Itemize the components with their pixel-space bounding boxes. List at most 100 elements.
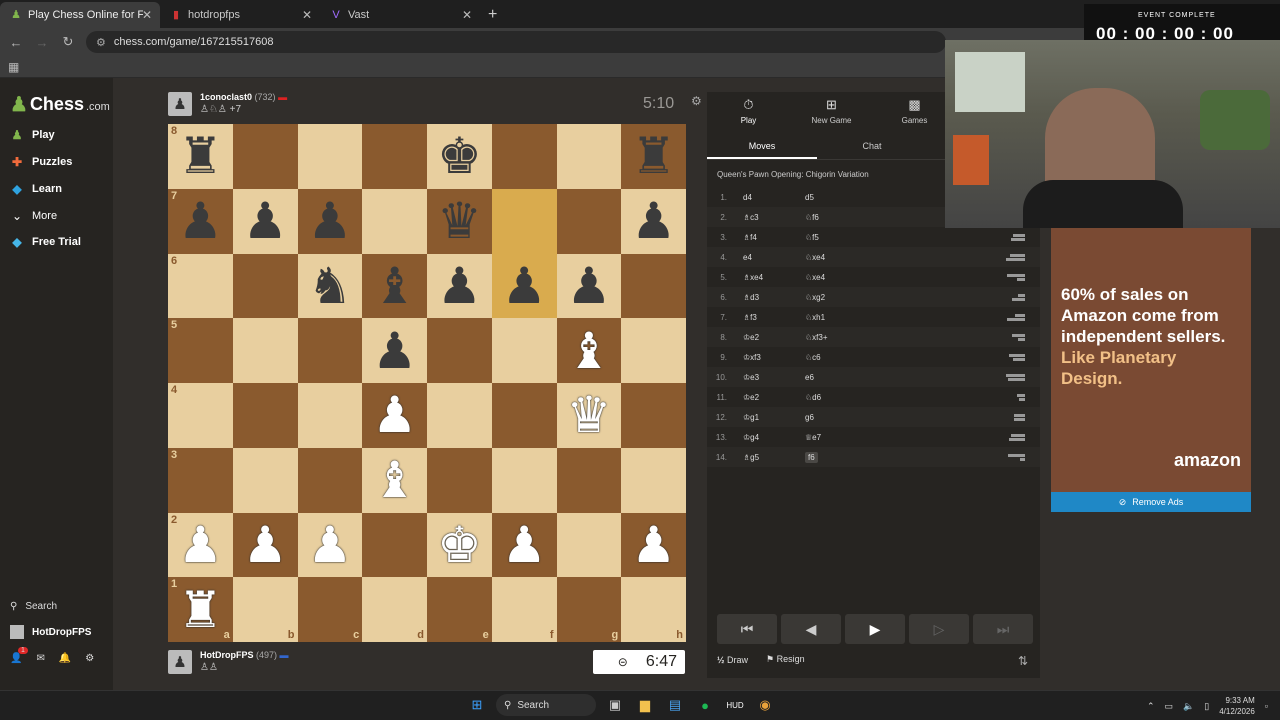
amazon-ad[interactable]: 60% of sales on Amazon come from indepen… xyxy=(1051,228,1251,512)
board-square-g4[interactable]: ♛ xyxy=(556,383,622,448)
board-square-a8[interactable]: 8 ♜ xyxy=(168,124,233,189)
black-pawn-icon[interactable]: ♟ xyxy=(178,196,223,246)
tray-chevron-icon[interactable]: ⌃ xyxy=(1147,701,1155,712)
tab-moves[interactable]: Moves xyxy=(707,134,817,159)
white-move[interactable]: ♗g5 xyxy=(737,453,799,462)
board-square-a7[interactable]: 7 ♟ xyxy=(168,188,233,254)
sidebar-search[interactable]: ⚲ Search xyxy=(10,601,57,612)
forward-arrow-icon[interactable]: → xyxy=(34,35,50,50)
black-rook-icon[interactable]: ♜ xyxy=(178,131,223,181)
white-bishop-icon[interactable]: ♝ xyxy=(372,455,417,505)
first-move-button[interactable]: ⏮ xyxy=(717,614,777,644)
white-move[interactable]: ♔e3 xyxy=(737,373,799,382)
white-move[interactable]: ♗c3 xyxy=(737,213,799,222)
board-square-b2[interactable]: ♟ xyxy=(232,512,298,578)
flip-board-icon[interactable]: ⇅ xyxy=(1018,654,1028,668)
board-square-g8[interactable] xyxy=(556,124,622,189)
white-move[interactable]: e4 xyxy=(737,253,799,262)
black-move[interactable]: ♘d6 xyxy=(799,393,999,402)
black-move[interactable]: ♘xe4 xyxy=(799,273,999,282)
black-move[interactable]: f6 xyxy=(799,451,999,463)
white-rook-icon[interactable]: ♜ xyxy=(178,585,223,635)
white-move[interactable]: d4 xyxy=(737,193,799,202)
board-square-e6[interactable]: ♟ xyxy=(427,253,492,319)
black-pawn-icon[interactable]: ♟ xyxy=(566,261,611,311)
board-square-d6[interactable]: ♝ xyxy=(362,253,427,319)
board-square-g3[interactable] xyxy=(556,447,622,513)
bell-icon[interactable]: 🔔 xyxy=(59,653,71,664)
site-info-icon[interactable]: ⚙ xyxy=(96,36,106,49)
black-queen-icon[interactable]: ♛ xyxy=(437,196,482,246)
board-square-d4[interactable]: ♟ xyxy=(362,383,427,448)
white-move[interactable]: ♔xf3 xyxy=(737,353,799,362)
friends-icon[interactable]: 👤 1 xyxy=(10,647,28,664)
black-pawn-icon[interactable]: ♟ xyxy=(437,261,482,311)
board-square-h2[interactable]: ♟ xyxy=(621,512,686,578)
black-move[interactable]: ♘xg2 xyxy=(799,293,999,302)
board-square-e7[interactable]: ♛ xyxy=(427,188,492,254)
board-square-d8[interactable] xyxy=(362,124,427,189)
board-square-e4[interactable] xyxy=(427,383,492,448)
white-move[interactable]: ♗xe4 xyxy=(737,273,799,282)
network-icon[interactable]: ▭ xyxy=(1165,701,1174,712)
url-field[interactable]: ⚙ chess.com/game/167215517608 xyxy=(86,31,946,53)
taskbar-search[interactable]: ⚲ Search xyxy=(496,694,596,716)
white-pawn-icon[interactable]: ♟ xyxy=(243,520,288,570)
board-square-c4[interactable] xyxy=(297,383,363,448)
board-square-e2[interactable]: ♚ xyxy=(427,512,492,578)
back-arrow-icon[interactable]: ← xyxy=(8,35,24,50)
browser-tab-twitch[interactable]: ▮ hotdropfps ✕ xyxy=(160,2,320,28)
black-move[interactable]: ♘xh1 xyxy=(799,313,999,322)
notifications-icon[interactable]: ▫ xyxy=(1265,701,1268,711)
board-square-c6[interactable]: ♞ xyxy=(297,253,363,319)
white-move[interactable]: ♔g1 xyxy=(737,413,799,422)
white-move[interactable]: ♔e2 xyxy=(737,333,799,342)
white-pawn-icon[interactable]: ♟ xyxy=(372,390,417,440)
white-bishop-icon[interactable]: ♝ xyxy=(566,326,611,376)
chess-board[interactable]: 8 ♜ ♚ ♜ 7 ♟ ♟ ♟ ♛ ♟ 6 ♞ ♝ ♟ ♟ ♟ 5 ♟ ♝ 4 ♟ ♛ 3 ♝ 2 ♟ ♟ ♟ ♚ ♟ ♟ 1 a ♜ b c d e f g… xyxy=(168,124,686,642)
resign-button[interactable]: ⚑ Resign xyxy=(766,654,805,665)
black-pawn-icon[interactable]: ♟ xyxy=(307,196,352,246)
board-square-h4[interactable] xyxy=(621,383,686,448)
previous-move-button[interactable]: ◀ xyxy=(781,614,841,644)
white-move[interactable]: ♗f3 xyxy=(737,313,799,322)
mail-icon[interactable]: ✉ xyxy=(36,653,44,664)
board-square-g1[interactable]: g xyxy=(556,577,622,642)
board-square-d3[interactable]: ♝ xyxy=(362,447,427,513)
board-square-g7[interactable] xyxy=(556,188,622,254)
board-square-h1[interactable]: h xyxy=(621,577,686,642)
board-square-h3[interactable] xyxy=(621,447,686,513)
spotify-icon[interactable]: ● xyxy=(694,694,716,716)
white-queen-icon[interactable]: ♛ xyxy=(566,390,611,440)
black-move[interactable]: ♘c6 xyxy=(799,353,999,362)
board-square-c1[interactable]: c xyxy=(297,577,363,642)
white-pawn-icon[interactable]: ♟ xyxy=(178,520,223,570)
last-move-button[interactable]: ⏭ xyxy=(973,614,1033,644)
board-square-h6[interactable] xyxy=(621,253,686,319)
player-name[interactable]: 1conoclast0 xyxy=(200,92,252,102)
volume-icon[interactable]: 🔈 xyxy=(1183,701,1194,712)
board-square-h7[interactable]: ♟ xyxy=(621,188,686,254)
sidebar-item-more[interactable]: ⌄ More xyxy=(10,209,57,223)
board-square-c7[interactable]: ♟ xyxy=(297,188,363,254)
black-move[interactable]: ♘xe4 xyxy=(799,253,999,262)
gear-icon[interactable]: ⚙ xyxy=(85,653,94,664)
tab-chat[interactable]: Chat xyxy=(817,134,927,159)
sidebar-item-play[interactable]: ♟ Play xyxy=(10,128,55,142)
board-square-f8[interactable] xyxy=(491,124,557,189)
tab-play[interactable]: ⏱ Play xyxy=(707,92,790,130)
board-square-d1[interactable]: d xyxy=(362,577,427,642)
board-square-e1[interactable]: e xyxy=(427,577,492,642)
board-square-h8[interactable]: ♜ xyxy=(621,124,686,189)
black-move[interactable]: ♘f5 xyxy=(799,233,999,242)
board-square-b7[interactable]: ♟ xyxy=(232,188,298,254)
new-tab-button[interactable]: + xyxy=(480,2,505,28)
board-square-g5[interactable]: ♝ xyxy=(556,318,622,383)
white-move[interactable]: ♔e2 xyxy=(737,393,799,402)
close-tab-icon[interactable]: ✕ xyxy=(302,8,312,22)
board-square-b5[interactable] xyxy=(232,318,298,383)
white-king-icon[interactable]: ♚ xyxy=(437,520,482,570)
hud-app-icon[interactable]: HUD xyxy=(724,694,746,716)
notepad-icon[interactable]: ▤ xyxy=(664,694,686,716)
black-move[interactable]: g6 xyxy=(799,413,999,422)
